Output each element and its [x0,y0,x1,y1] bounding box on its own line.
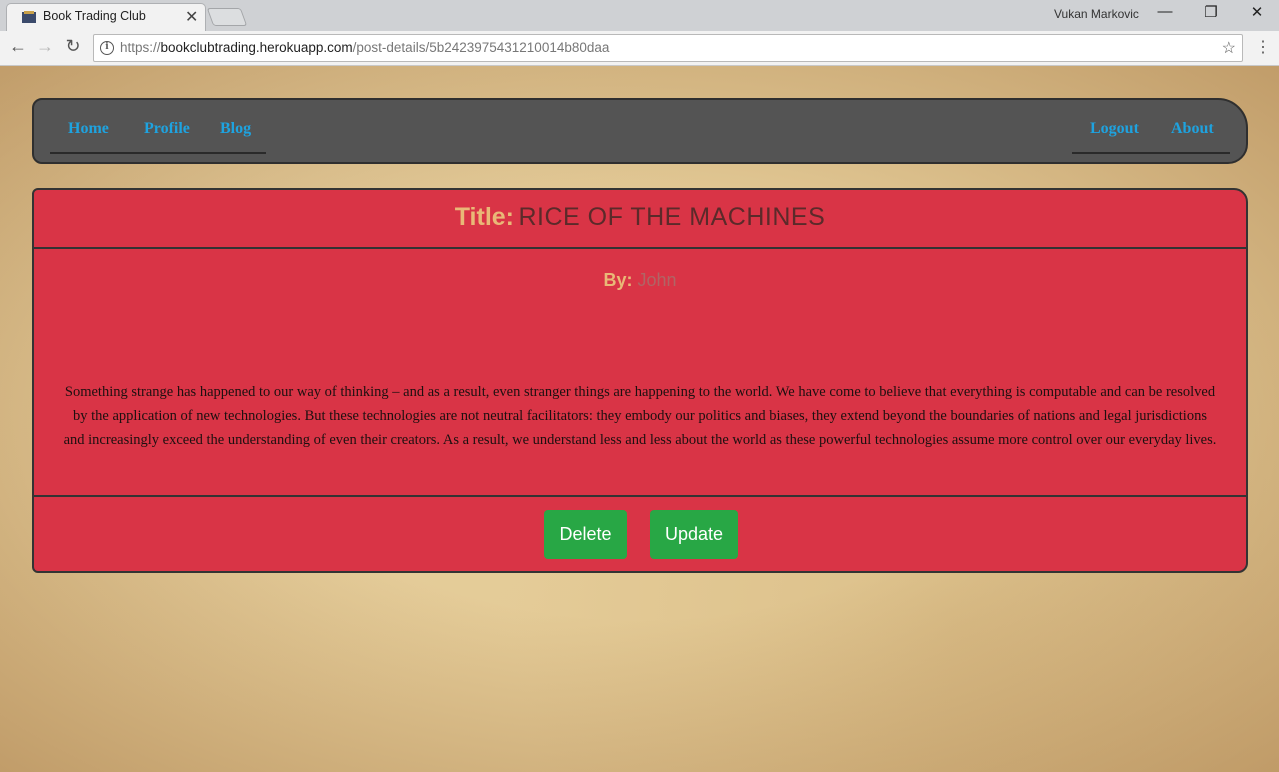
forward-arrow-icon[interactable]: → [33,36,57,57]
restore-icon[interactable]: ❐ [1196,3,1226,21]
delete-button[interactable]: Delete [544,510,627,559]
minimize-icon[interactable]: — [1150,3,1180,20]
back-arrow-icon[interactable]: ← [6,36,30,57]
nav-link-home[interactable]: Home [68,120,109,138]
close-tab-icon[interactable]: ✕ [185,7,198,27]
update-button[interactable]: Update [650,510,738,559]
address-bar[interactable]: i https://bookclubtrading.herokuapp.com/… [93,34,1243,62]
nav-link-profile[interactable]: Profile [144,120,190,138]
close-window-icon[interactable]: ✕ [1242,3,1272,21]
post-title-line: Title: RICE OF THE MACHINES [34,203,1246,232]
browser-toolbar: ← → ↻ i https://bookclubtrading.herokuap… [0,31,1279,66]
nav-link-about[interactable]: About [1171,120,1214,138]
author-name: John [637,270,677,290]
browser-tab-bar: Book Trading Club ✕ Vukan Markovic — ❐ ✕ [0,0,1279,31]
profile-name[interactable]: Vukan Markovic [1054,7,1139,21]
post-card-header: Title: RICE OF THE MACHINES [34,190,1246,249]
book-favicon-icon [22,11,36,23]
bookmark-star-icon[interactable]: ☆ [1222,38,1236,58]
nav-left-underline [50,152,266,154]
browser-menu-icon[interactable]: ⋮ [1255,37,1271,57]
post-body: Something strange has happened to our wa… [63,384,1217,448]
nav-link-blog[interactable]: Blog [220,120,251,138]
post-title-label: Title: [454,203,514,231]
info-icon[interactable]: i [100,41,114,55]
browser-tab[interactable]: Book Trading Club ✕ [6,3,206,31]
reload-icon[interactable]: ↻ [61,36,85,57]
nav-right-underline [1072,152,1230,154]
new-tab-button[interactable] [206,8,248,26]
site-navbar: Home Profile Blog Logout About [32,98,1248,164]
post-card: Title: RICE OF THE MACHINES By: John Som… [32,188,1248,573]
author-label: By: [603,270,633,290]
post-card-footer: Delete Update [34,495,1246,573]
url-text: https://bookclubtrading.herokuapp.com/po… [120,40,610,55]
post-author-line: By: John [34,270,1246,291]
page-background: Home Profile Blog Logout About Title: RI… [0,66,1279,772]
nav-link-logout[interactable]: Logout [1090,120,1139,138]
post-title: RICE OF THE MACHINES [518,203,826,231]
tab-title: Book Trading Club [43,9,146,23]
